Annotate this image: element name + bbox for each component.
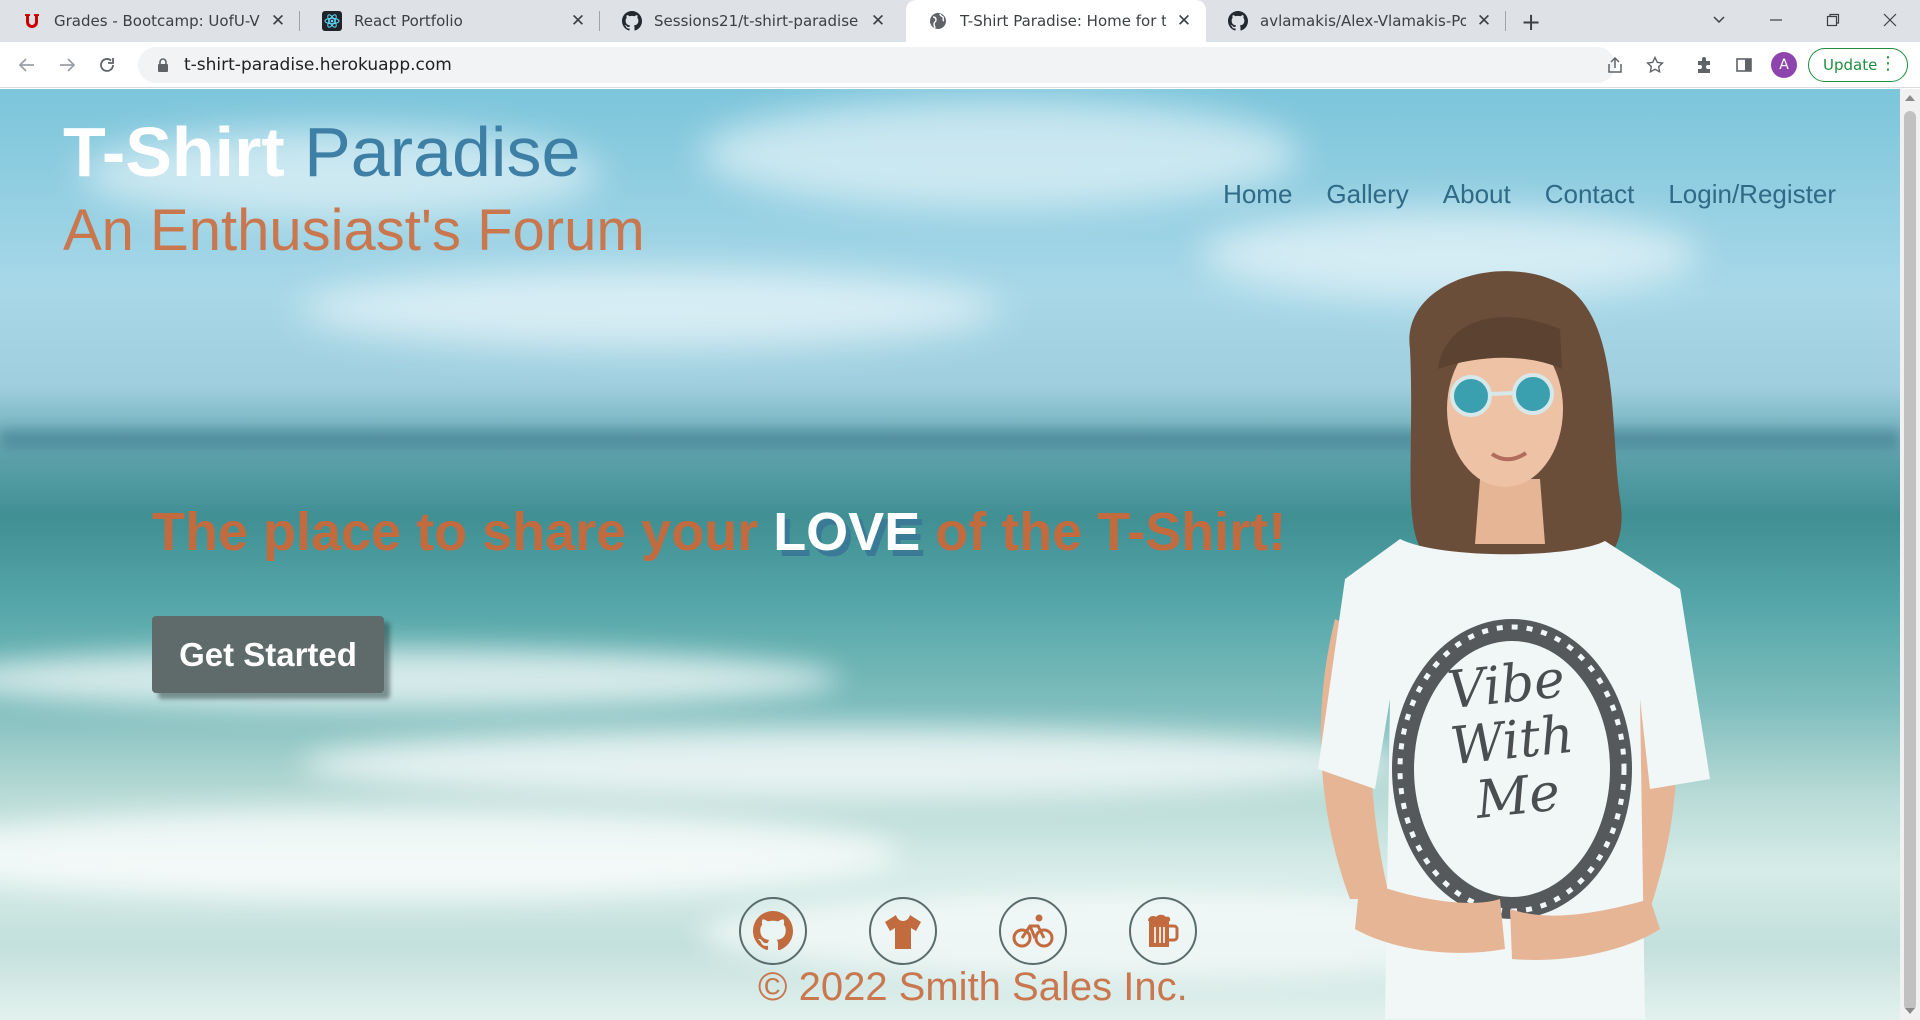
close-window-icon[interactable] [1870,4,1910,36]
tab-sessions21-repo[interactable]: Sessions21/t-shirt-paradise ✕ [600,0,900,42]
address-bar[interactable]: t-shirt-paradise.herokuapp.com [138,47,1615,83]
nav-contact[interactable]: Contact [1545,179,1635,210]
scroll-up-arrow-icon[interactable] [1905,95,1915,101]
tab-title: Grades - Bootcamp: UofU-VIRT-B [54,12,260,30]
site-brand[interactable]: T-Shirt Paradise [63,117,580,187]
lock-icon[interactable] [154,56,172,74]
github-icon[interactable] [739,897,807,965]
hero-headline: The place to share your LOVE of the T-Sh… [152,501,1286,563]
github-icon [622,11,642,31]
nav-about[interactable]: About [1443,179,1511,210]
extensions-puzzle-icon[interactable] [1690,51,1718,79]
beer-mug-icon[interactable] [1129,897,1197,965]
tab-title: React Portfolio [354,12,463,30]
tab-react-portfolio[interactable]: React Portfolio ✕ [300,0,600,42]
page-hero: Vibe With Me T-Shirt Paradise An Enthusi… [0,89,1900,1020]
back-arrow-icon[interactable] [11,49,43,81]
browser-toolbar: t-shirt-paradise.herokuapp.com A Update … [0,42,1920,88]
headline-before: The place to share your [152,502,774,562]
scroll-down-arrow-icon[interactable] [1905,1008,1915,1014]
tshirt-icon[interactable] [869,897,937,965]
tab-strip: Grades - Bootcamp: UofU-VIRT-B ✕ React P… [0,0,1920,42]
nav-home[interactable]: Home [1223,179,1292,210]
nav-login-register[interactable]: Login/Register [1668,179,1836,210]
tab-search-icon[interactable] [1699,4,1739,36]
profile-avatar[interactable]: A [1771,52,1797,78]
more-menu-icon[interactable]: ⋮ [1879,55,1897,73]
globe-icon [928,11,948,31]
share-icon[interactable] [1601,51,1629,79]
footer-copyright: © 2022 Smith Sales Inc. [758,965,1188,1009]
wave-foam [0,809,900,899]
side-panel-icon[interactable] [1730,51,1758,79]
tab-title: avlamakis/Alex-Vlamakis-Portfolio [1260,12,1466,30]
brand-part1: T-Shirt [63,113,285,191]
close-icon[interactable]: ✕ [568,11,588,31]
cloud-shape [300,269,1000,349]
close-icon[interactable]: ✕ [1474,11,1494,31]
headline-after: of the T-Shirt! [920,502,1287,562]
woman-in-tshirt-photo [1318,271,1710,1019]
get-started-button[interactable]: Get Started [152,616,384,693]
shirt-print-text: Vibe With Me [1404,647,1620,835]
utah-u-icon [22,11,42,31]
restore-icon[interactable] [1813,4,1853,36]
cloud-shape [700,99,1300,209]
headline-love: LOVE [773,502,921,562]
github-icon [1228,11,1248,31]
site-tagline: An Enthusiast's Forum [63,198,645,263]
reload-icon[interactable] [91,49,123,81]
tab-alex-portfolio-repo[interactable]: avlamakis/Alex-Vlamakis-Portfolio ✕ [1206,0,1506,42]
close-icon[interactable]: ✕ [1174,11,1194,31]
minimize-icon[interactable] [1756,4,1796,36]
bicycle-icon[interactable] [999,897,1067,965]
main-nav: Home Gallery About Contact Login/Registe… [1223,179,1836,210]
forward-arrow-icon[interactable] [51,49,83,81]
tab-title: T-Shirt Paradise: Home for t-shirt [960,12,1166,30]
url-text: t-shirt-paradise.herokuapp.com [184,55,452,75]
new-tab-button[interactable]: + [1517,8,1545,36]
tab-title: Sessions21/t-shirt-paradise [654,12,859,30]
react-icon [322,11,342,31]
update-label: Update [1823,56,1878,74]
tab-t-shirt-paradise[interactable]: T-Shirt Paradise: Home for t-shirt ✕ [906,0,1206,42]
wave-foam [0,649,840,709]
wave-foam [300,729,1400,799]
tab-separator [1505,11,1506,31]
update-button[interactable]: Update ⋮ [1808,48,1908,82]
tab-grades[interactable]: Grades - Bootcamp: UofU-VIRT-B ✕ [0,0,300,42]
brand-part2: Paradise [304,113,581,191]
scrollbar-thumb[interactable] [1904,111,1916,1011]
bookmark-star-icon[interactable] [1641,51,1669,79]
close-icon[interactable]: ✕ [268,11,288,31]
nav-gallery[interactable]: Gallery [1326,179,1408,210]
close-icon[interactable]: ✕ [868,11,888,31]
page-scrollbar[interactable] [1900,89,1920,1020]
